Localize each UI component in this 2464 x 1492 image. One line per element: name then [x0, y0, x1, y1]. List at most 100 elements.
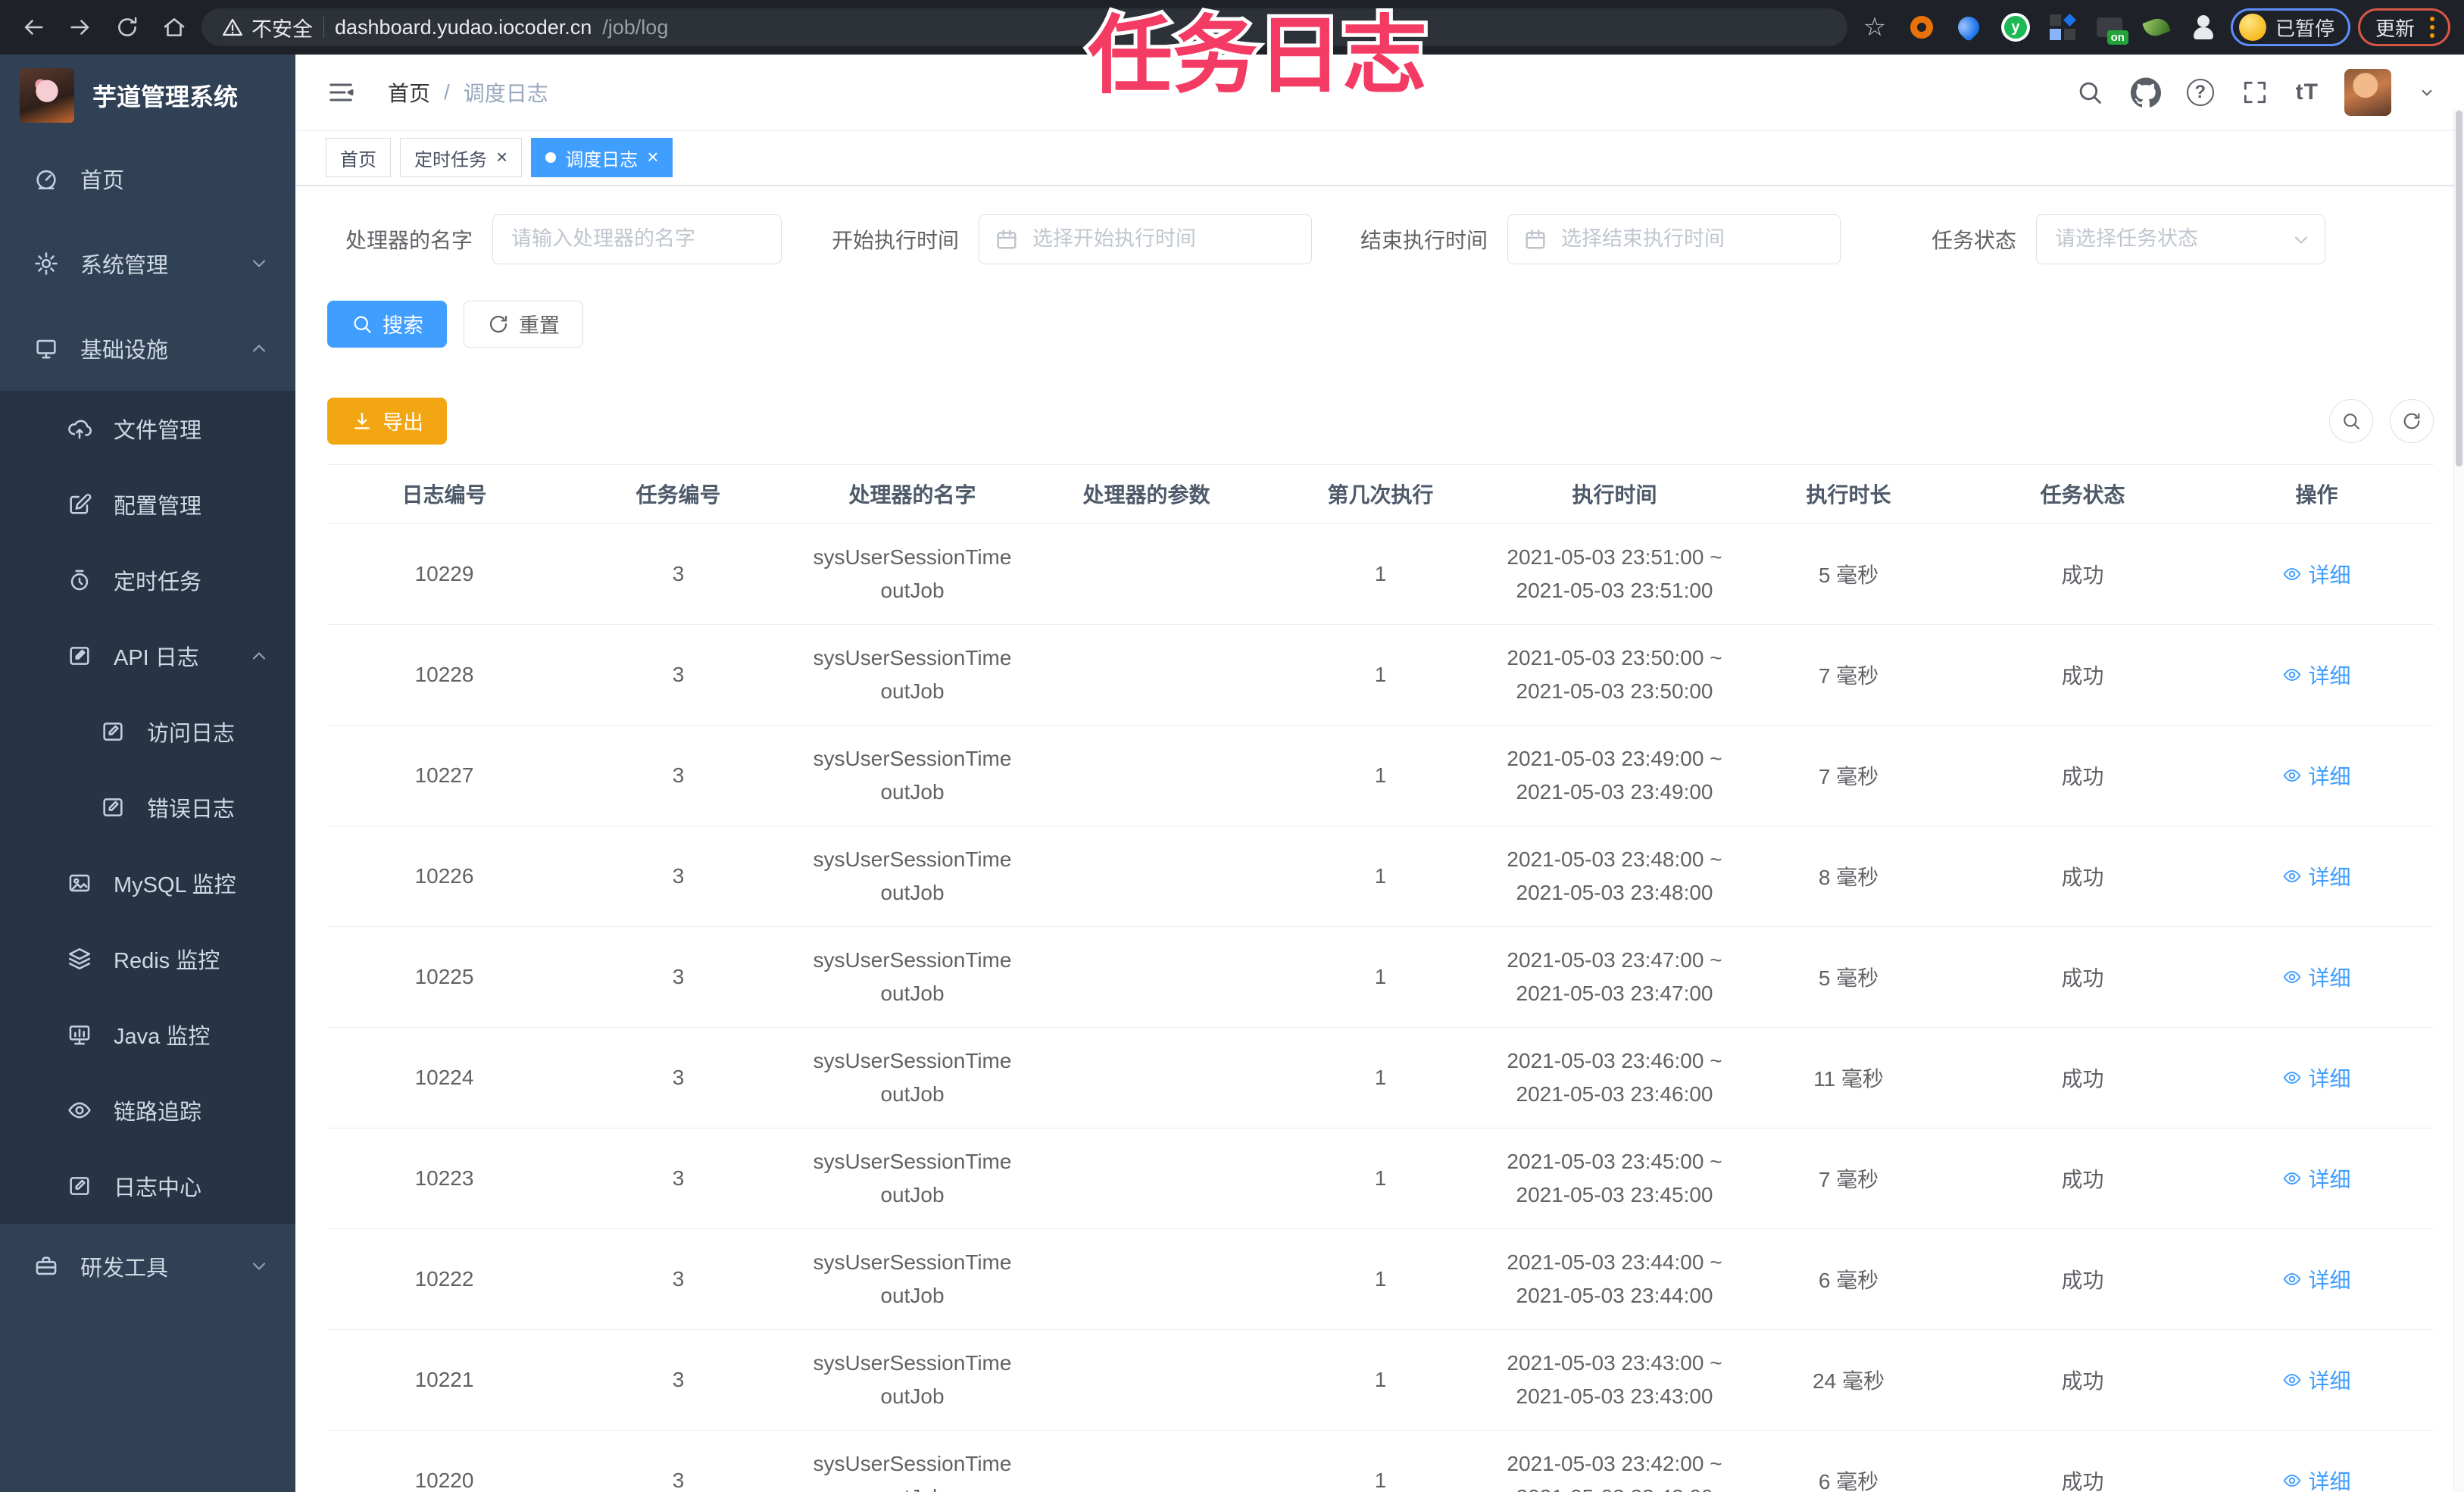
sidebar-item-api-log[interactable]: API 日志: [0, 618, 295, 694]
col-actions: 操作: [2200, 464, 2434, 524]
status-text: 成功: [1966, 624, 2200, 726]
status-text: 成功: [1966, 1128, 2200, 1229]
search-button[interactable]: 搜索: [327, 300, 447, 348]
browser-forward-button[interactable]: [61, 8, 100, 47]
job-status-select[interactable]: [2036, 214, 2326, 264]
not-secure-indicator[interactable]: 不安全: [221, 13, 313, 42]
browser-home-button[interactable]: [155, 8, 194, 47]
sidebar-item-tracing[interactable]: 链路追踪: [0, 1072, 295, 1148]
close-icon[interactable]: [647, 147, 658, 169]
table-row: 10227 3 sysUserSessionTimeoutJob 1 2021-…: [327, 725, 2434, 826]
table-header-row: 日志编号 任务编号 处理器的名字 处理器的参数 第几次执行 执行时间 执行时长 …: [327, 464, 2434, 524]
header-search-icon[interactable]: [2075, 77, 2105, 108]
col-log-id: 日志编号: [327, 464, 561, 524]
avatar-caret-icon[interactable]: [2417, 83, 2437, 102]
detail-link[interactable]: 详细: [2282, 760, 2351, 791]
job-log-table: 日志编号 任务编号 处理器的名字 处理器的参数 第几次执行 执行时间 执行时长 …: [327, 464, 2434, 1492]
not-secure-label: 不安全: [251, 17, 313, 41]
handler-name-label: 处理器的名字: [345, 228, 473, 252]
toggle-search-button[interactable]: [2329, 398, 2373, 443]
extension-switch-icon[interactable]: on: [2094, 12, 2128, 45]
browser-profile-chip[interactable]: 已暂停: [2230, 8, 2350, 46]
tab-scheduled-jobs[interactable]: 定时任务: [400, 138, 523, 178]
start-time-input[interactable]: [979, 214, 1313, 264]
address-bar[interactable]: 不安全 dashboard.yudao.iocoder.cn/job/log: [201, 8, 1847, 46]
extension-green-circle-icon[interactable]: y: [2000, 12, 2031, 42]
sidebar-item-config-mgmt[interactable]: 配置管理: [0, 467, 295, 542]
start-time-label: 开始执行时间: [832, 228, 960, 252]
search-icon: [2344, 413, 2359, 429]
detail-link[interactable]: 详细: [2282, 962, 2351, 992]
tab-home[interactable]: 首页: [326, 138, 391, 178]
refresh-icon: [487, 313, 510, 336]
breadcrumb-home[interactable]: 首页: [388, 77, 430, 108]
sidebar-item-log-center[interactable]: 日志中心: [0, 1148, 295, 1224]
detail-link[interactable]: 详细: [2282, 660, 2351, 690]
export-button[interactable]: 导出: [327, 397, 447, 445]
sidebar-item-infrastructure[interactable]: 基础设施: [0, 306, 295, 391]
sidebar-item-system-mgmt[interactable]: 系统管理: [0, 221, 295, 306]
browser-reload-button[interactable]: [108, 8, 147, 47]
sidebar-item-java-monitor[interactable]: Java 监控: [0, 997, 295, 1072]
handler-name-input[interactable]: [492, 214, 782, 264]
github-icon[interactable]: [2130, 77, 2161, 108]
browser-update-button[interactable]: 更新: [2357, 8, 2450, 46]
warning-icon: [223, 18, 242, 36]
col-exec-time: 执行时间: [1497, 464, 1732, 524]
sidebar-item-redis-monitor[interactable]: Redis 监控: [0, 921, 295, 997]
sidebar-item-scheduled-jobs[interactable]: 定时任务: [0, 542, 295, 618]
eye-icon: [2284, 970, 2301, 983]
close-icon[interactable]: [496, 147, 507, 169]
timer-icon: [67, 567, 92, 593]
scrollbar-thumb[interactable]: [2456, 111, 2462, 467]
end-time-input[interactable]: [1507, 214, 1841, 264]
extension-puzzle-icon[interactable]: [2188, 12, 2219, 42]
profile-emoji-avatar: [2238, 14, 2266, 41]
extension-grid-icon[interactable]: [2047, 12, 2078, 42]
status-text: 成功: [1966, 926, 2200, 1028]
extension-leaf-icon[interactable]: [2141, 12, 2172, 42]
browser-menu-icon[interactable]: [2427, 14, 2437, 41]
extension-orange-ring-icon[interactable]: [1907, 12, 1937, 42]
edit-icon: [67, 492, 92, 517]
status-text: 成功: [1966, 725, 2200, 826]
monitor-chart-icon: [67, 1022, 92, 1047]
eye-icon: [2284, 1474, 2301, 1487]
extension-blue-drop-icon[interactable]: [1953, 12, 1984, 42]
detail-link[interactable]: 详细: [2282, 1063, 2351, 1093]
table-row: 10225 3 sysUserSessionTimeoutJob 1 2021-…: [327, 926, 2434, 1028]
user-avatar[interactable]: [2344, 68, 2391, 116]
gear-icon: [33, 251, 59, 276]
tab-job-log[interactable]: 调度日志: [531, 138, 673, 178]
sidebar-item-access-log[interactable]: 访问日志: [0, 694, 295, 769]
detail-link[interactable]: 详细: [2282, 559, 2351, 589]
help-icon[interactable]: ?: [2186, 78, 2214, 106]
sidebar-item-file-mgmt[interactable]: 文件管理: [0, 391, 295, 467]
col-job-id: 任务编号: [561, 464, 795, 524]
fullscreen-icon[interactable]: [2240, 77, 2270, 108]
app-logo-row[interactable]: 芋道管理系统: [0, 55, 295, 136]
chevron-up-icon: [248, 338, 270, 359]
hamburger-icon[interactable]: [326, 77, 356, 108]
refresh-table-button[interactable]: [2390, 398, 2434, 443]
detail-link[interactable]: 详细: [2282, 1465, 2351, 1492]
sidebar-item-dev-tools[interactable]: 研发工具: [0, 1224, 295, 1309]
detail-link[interactable]: 详细: [2282, 1365, 2351, 1395]
breadcrumb: 首页 / 调度日志: [388, 77, 548, 108]
eye-icon: [67, 1097, 92, 1123]
page-scrollbar[interactable]: [2453, 109, 2464, 1492]
browser-back-button[interactable]: [14, 8, 53, 47]
status-text: 成功: [1966, 826, 2200, 927]
breadcrumb-current: 调度日志: [463, 81, 548, 105]
sidebar-item-mysql-monitor[interactable]: MySQL 监控: [0, 845, 295, 921]
bookmark-star-icon[interactable]: ☆: [1860, 12, 1890, 42]
reset-button[interactable]: 重置: [464, 300, 583, 348]
font-size-icon[interactable]: tT: [2296, 80, 2319, 105]
table-row: 10223 3 sysUserSessionTimeoutJob 1 2021-…: [327, 1128, 2434, 1229]
detail-link[interactable]: 详细: [2282, 861, 2351, 891]
detail-link[interactable]: 详细: [2282, 1264, 2351, 1294]
sidebar-item-error-log[interactable]: 错误日志: [0, 769, 295, 845]
col-handler-name: 处理器的名字: [795, 464, 1029, 524]
detail-link[interactable]: 详细: [2282, 1163, 2351, 1194]
sidebar-item-home[interactable]: 首页: [0, 136, 295, 221]
